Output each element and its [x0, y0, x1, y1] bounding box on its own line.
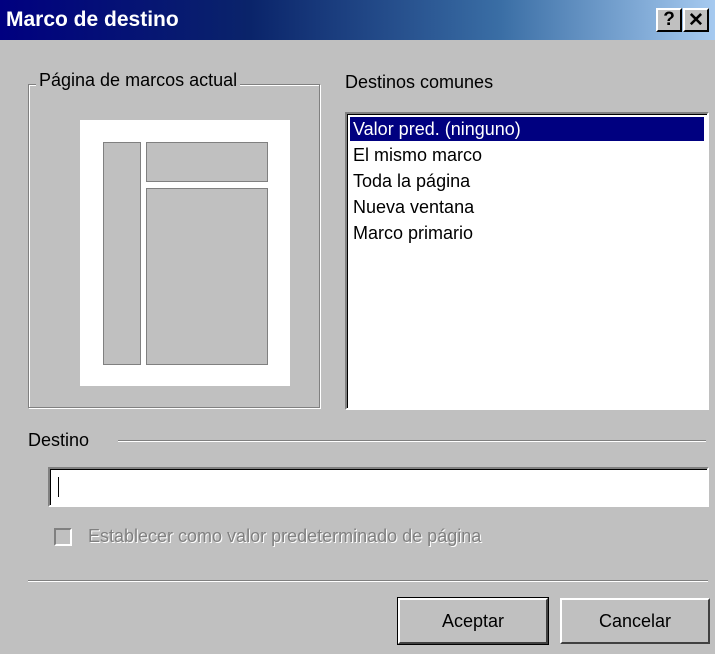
- common-targets-list[interactable]: Valor pred. (ninguno) El mismo marco Tod…: [345, 112, 709, 410]
- target-label: Destino: [28, 430, 90, 450]
- list-item[interactable]: Nueva ventana: [350, 195, 474, 219]
- frame-top[interactable]: [146, 142, 268, 182]
- help-button[interactable]: ?: [656, 8, 682, 32]
- list-item[interactable]: Marco primario: [350, 221, 473, 245]
- target-input[interactable]: [48, 467, 709, 507]
- text-caret: [58, 477, 59, 497]
- frame-main[interactable]: [146, 188, 268, 365]
- window-title: Marco de destino: [6, 8, 179, 31]
- cancel-button[interactable]: Cancelar: [560, 598, 710, 644]
- target-divider: [118, 440, 706, 442]
- default-page-checkbox[interactable]: [54, 528, 72, 546]
- default-page-checkbox-label: Establecer como valor predeterminado de …: [88, 526, 482, 546]
- close-button[interactable]: ✕: [683, 8, 709, 32]
- frames-group-label: Página de marcos actual: [36, 70, 241, 91]
- title-bar: Marco de destino ? ✕: [0, 0, 715, 40]
- frame-left[interactable]: [103, 142, 141, 365]
- list-item[interactable]: Toda la página: [350, 169, 470, 193]
- button-divider: [28, 580, 708, 582]
- list-item[interactable]: El mismo marco: [350, 143, 482, 167]
- common-targets-label: Destinos comunes: [345, 72, 494, 92]
- list-item[interactable]: Valor pred. (ninguno): [350, 117, 704, 141]
- accept-button[interactable]: Aceptar: [397, 597, 549, 645]
